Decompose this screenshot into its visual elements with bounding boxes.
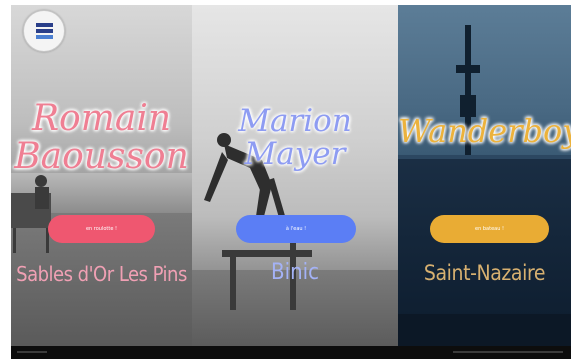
cta-button-romain[interactable]: en roulotte ! xyxy=(48,215,155,243)
bottom-bar-right-text xyxy=(453,351,563,353)
location-label-marion: Binic xyxy=(270,260,319,285)
logo-stripe xyxy=(35,29,53,33)
title-line-2: Baousson xyxy=(14,135,189,177)
location-label-romain: Sables d'Or Les Pins xyxy=(16,262,187,286)
panels-frame: Romain Baousson en roulotte ! Sables d'O… xyxy=(11,5,571,346)
harbor-area xyxy=(398,314,571,346)
title-line-1: Marion xyxy=(238,103,352,139)
logo-stripe xyxy=(35,23,53,27)
title-line-1: Romain xyxy=(31,98,172,139)
cta-button-marion[interactable]: à l'eau ! xyxy=(236,215,356,243)
artist-title-romain: Romain Baousson xyxy=(11,100,192,176)
panel-wanderboy[interactable]: Wanderboy en bateau ! Saint-Nazaire xyxy=(398,5,571,346)
artist-title-wanderboy: Wanderboy xyxy=(398,112,571,150)
panel-marion-mayer[interactable]: Marion Mayer à l'eau ! Binic xyxy=(192,5,398,346)
cta-button-wanderboy[interactable]: en bateau ! xyxy=(430,215,549,243)
bottom-bar xyxy=(11,346,571,359)
artist-title-marion: Marion Mayer xyxy=(192,105,398,170)
title-line-2: Mayer xyxy=(244,135,346,172)
panel-romain-baousson[interactable]: Romain Baousson en roulotte ! Sables d'O… xyxy=(11,5,192,346)
location-label-wanderboy: Saint-Nazaire xyxy=(423,261,546,285)
bottom-bar-left-text xyxy=(17,351,47,353)
title-line-1: Wanderboy xyxy=(398,112,571,150)
site-logo-icon[interactable] xyxy=(23,10,65,52)
logo-stripe xyxy=(35,35,53,39)
